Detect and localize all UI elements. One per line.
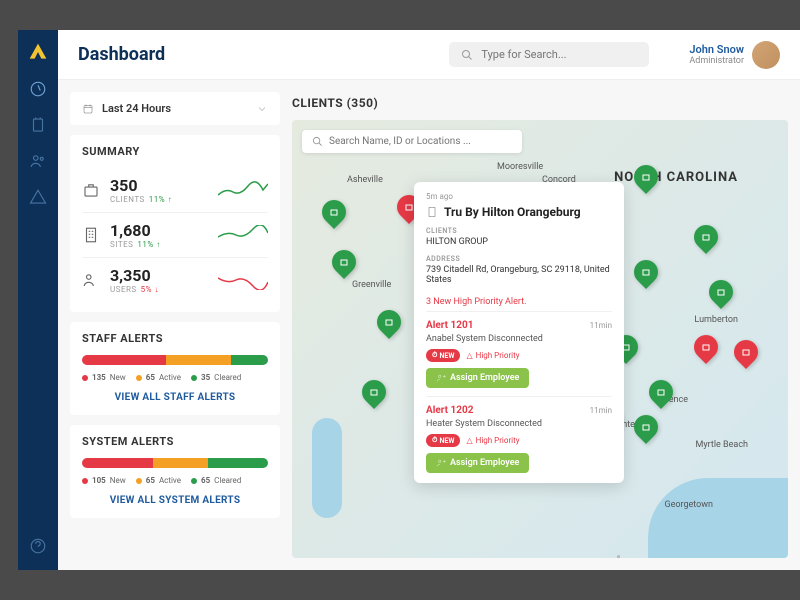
- map[interactable]: NORTH CAROLINA Asheville Greenville Moor…: [292, 120, 788, 558]
- system-alerts-legend: 105 New 65 Active 65 Cleared: [82, 476, 268, 485]
- users-icon: [82, 271, 100, 289]
- alert-card: Alert 1201 11min Anabel System Disconnec…: [426, 320, 612, 397]
- staff-alerts-panel: STAFF ALERTS 135 New 65 Active 35 Cleare…: [70, 322, 280, 415]
- view-all-staff-alerts[interactable]: VIEW ALL STAFF ALERTS: [82, 382, 268, 405]
- stat-sites: 1,680 SITES 11% ↑: [82, 213, 268, 258]
- popup-time: 5m ago: [426, 192, 612, 201]
- staff-alerts-title: STAFF ALERTS: [82, 332, 268, 345]
- user-menu[interactable]: John Snow Administrator: [689, 41, 780, 69]
- sparkline: [218, 270, 268, 290]
- staff-alerts-bar: [82, 355, 268, 365]
- assign-employee-button[interactable]: Assign Employee: [426, 368, 529, 388]
- summary-panel: SUMMARY 350 CLIENTS 11% ↑ 1,680 S: [70, 135, 280, 312]
- assign-employee-button[interactable]: Assign Employee: [426, 453, 529, 473]
- map-search[interactable]: [302, 130, 522, 153]
- logo: [28, 42, 48, 62]
- building-icon: [426, 206, 438, 218]
- stat-value: 3,350: [110, 266, 208, 285]
- app-window: Dashboard John Snow Administrator Last 2…: [18, 30, 800, 570]
- stat-value: 1,680: [110, 221, 208, 240]
- popup-warning: 3 New High Priority Alert.: [426, 293, 612, 312]
- stat-users: 3,350 USERS 5% ↓: [82, 258, 268, 302]
- main: Dashboard John Snow Administrator Last 2…: [58, 30, 800, 570]
- calendar-icon: [82, 103, 94, 115]
- time-filter-label: Last 24 Hours: [102, 102, 171, 115]
- nav-help-icon[interactable]: [29, 537, 47, 555]
- user-plus-icon: [436, 458, 446, 468]
- scrollbar[interactable]: [617, 555, 620, 558]
- clients-header: CLIENTS (350): [292, 92, 788, 120]
- system-alerts-panel: SYSTEM ALERTS 105 New 65 Active 65 Clear…: [70, 425, 280, 518]
- time-filter[interactable]: Last 24 Hours: [70, 92, 280, 125]
- popup-title: Tru By Hilton Orangeburg: [426, 205, 612, 219]
- priority-badge: △ High Priority: [466, 351, 519, 360]
- content: Last 24 Hours SUMMARY 350 CLIENTS 11% ↑: [58, 80, 800, 570]
- header: Dashboard John Snow Administrator: [58, 30, 800, 80]
- staff-alerts-legend: 135 New 65 Active 35 Cleared: [82, 373, 268, 382]
- search-icon: [312, 136, 323, 147]
- alert-card: Alert 1202 11min Heater System Disconnec…: [426, 405, 612, 473]
- summary-title: SUMMARY: [82, 145, 268, 158]
- stat-clients: 350 CLIENTS 11% ↑: [82, 168, 268, 213]
- user-plus-icon: [436, 373, 446, 383]
- system-alerts-title: SYSTEM ALERTS: [82, 435, 268, 448]
- right-column: CLIENTS (350) NORTH CAROLINA Asheville G…: [292, 92, 788, 558]
- search-icon: [461, 49, 473, 61]
- nav-alerts-icon[interactable]: [29, 188, 47, 206]
- building-icon: [82, 226, 100, 244]
- briefcase-icon: [82, 181, 100, 199]
- map-search-input[interactable]: [329, 136, 512, 147]
- alert-id: Alert 1202: [426, 405, 474, 416]
- user-name: John Snow: [689, 43, 744, 56]
- nav-clients-icon[interactable]: [29, 116, 47, 134]
- left-column: Last 24 Hours SUMMARY 350 CLIENTS 11% ↑: [70, 92, 280, 558]
- priority-badge: △ High Priority: [466, 436, 519, 445]
- user-role: Administrator: [689, 56, 744, 66]
- view-all-system-alerts[interactable]: VIEW ALL SYSTEM ALERTS: [82, 485, 268, 508]
- sparkline: [218, 180, 268, 200]
- system-alerts-bar: [82, 458, 268, 468]
- nav-dashboard-icon[interactable]: [29, 80, 47, 98]
- new-badge: ⏱ NEW: [426, 349, 460, 362]
- location-popup: 5m ago Tru By Hilton Orangeburg CLIENTS …: [414, 182, 624, 483]
- sidebar: [18, 30, 58, 570]
- avatar: [752, 41, 780, 69]
- search-input[interactable]: [481, 48, 637, 61]
- page-title: Dashboard: [78, 44, 165, 65]
- new-badge: ⏱ NEW: [426, 434, 460, 447]
- alert-id: Alert 1201: [426, 320, 474, 331]
- chevron-down-icon: [256, 103, 268, 115]
- sparkline: [218, 225, 268, 245]
- global-search[interactable]: [449, 42, 649, 67]
- stat-value: 350: [110, 176, 208, 195]
- nav-users-icon[interactable]: [29, 152, 47, 170]
